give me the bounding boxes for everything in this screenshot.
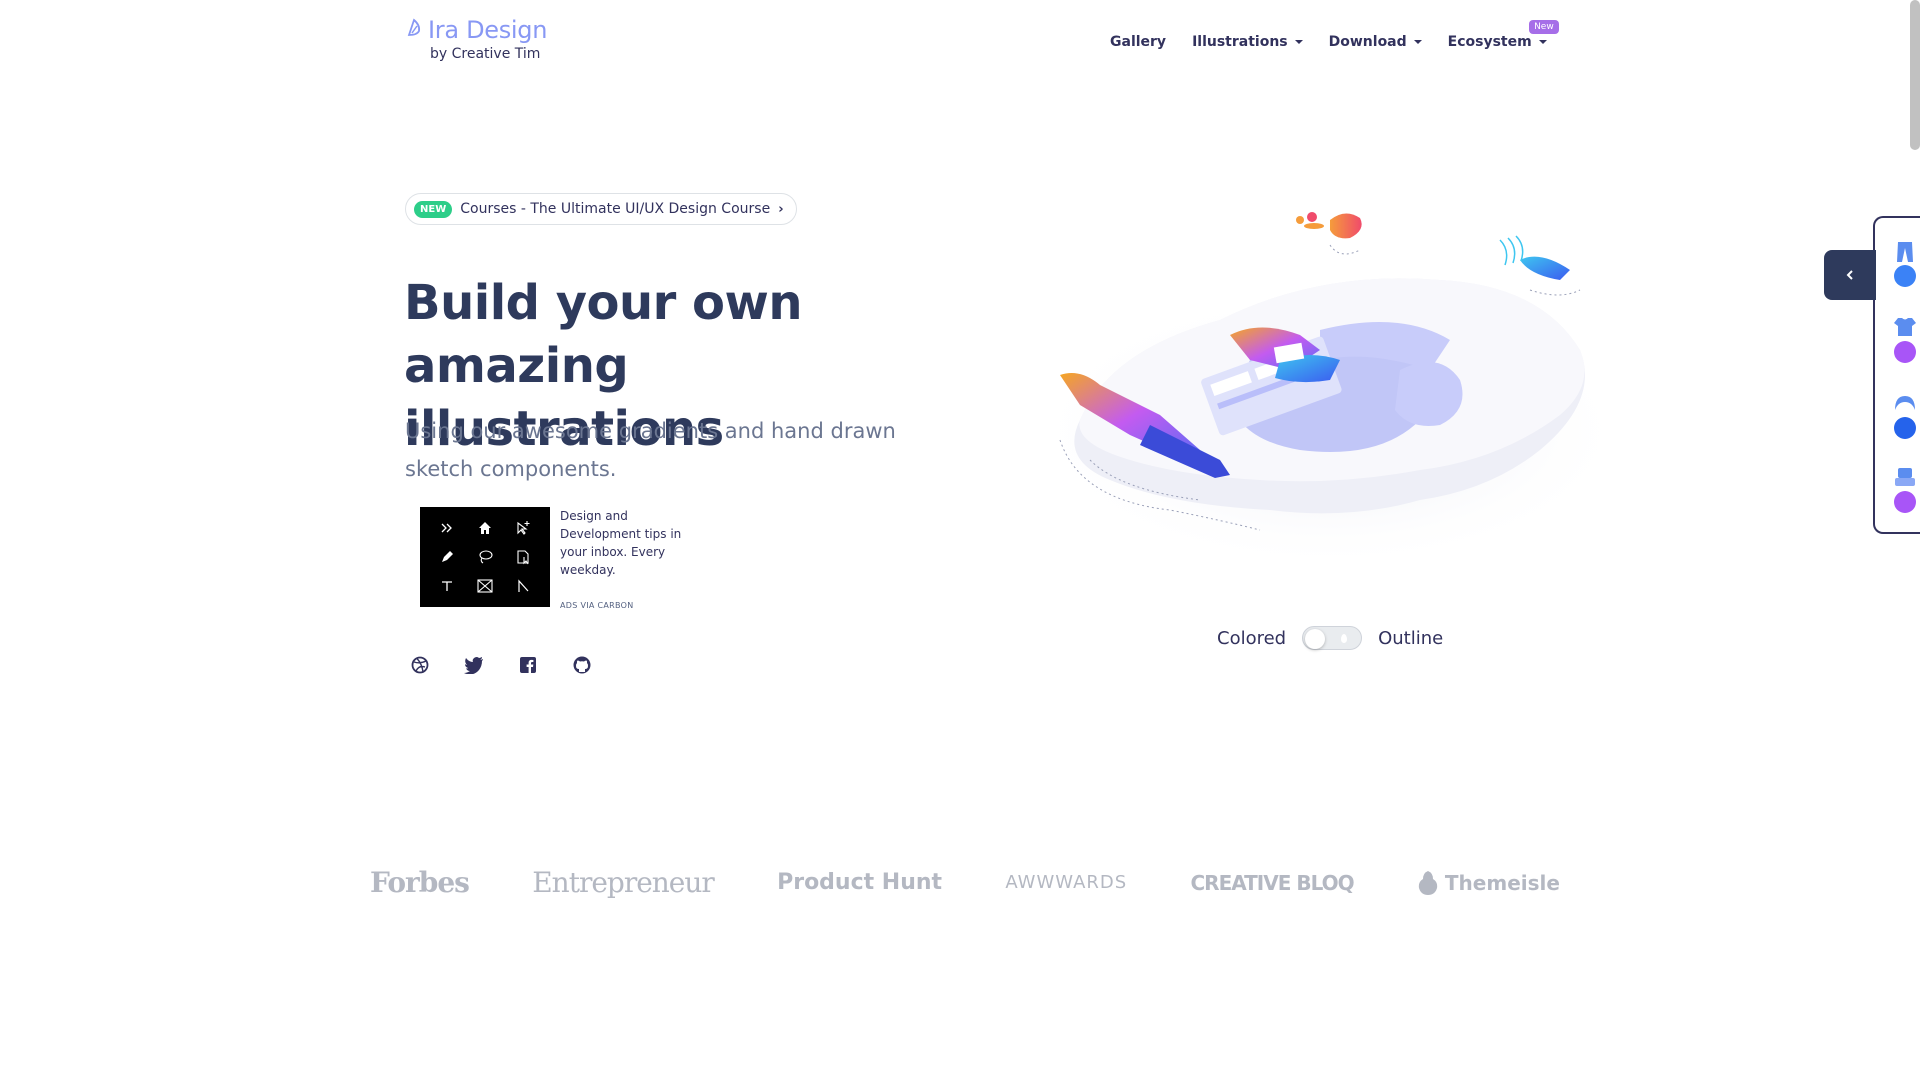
awwwards-logo: AWWWARDS xyxy=(1005,872,1128,893)
page-scrollbar[interactable] xyxy=(1910,0,1920,150)
nav-illustrations-label: Illustrations xyxy=(1192,34,1288,50)
document-cursor-icon xyxy=(504,542,542,571)
entrepreneur-logo: Entrepreneur xyxy=(532,866,715,899)
nav-illustrations[interactable]: Illustrations xyxy=(1192,34,1303,50)
text-icon xyxy=(428,572,466,601)
style-toggle-row: Colored Outline xyxy=(1217,626,1443,650)
social-links xyxy=(410,655,592,675)
ad-image[interactable] xyxy=(420,507,550,607)
announcement-text: Courses - The Ultimate UI/UX Design Cour… xyxy=(460,201,771,217)
chevron-left-icon xyxy=(1846,270,1853,280)
side-item-shirt[interactable] xyxy=(1892,316,1918,368)
facebook-icon[interactable] xyxy=(518,655,538,675)
drop-icon xyxy=(1341,634,1348,643)
toggle-outline-label: Outline xyxy=(1378,627,1444,649)
nav-gallery[interactable]: Gallery xyxy=(1110,34,1166,50)
themeisle-icon xyxy=(1418,870,1438,895)
pen-icon xyxy=(428,542,466,571)
main-nav: Gallery Illustrations Download Ecosystem… xyxy=(1110,20,1573,50)
side-panel-toggle-button[interactable] xyxy=(1824,250,1876,300)
double-chevron-icon xyxy=(428,513,466,542)
dribbble-icon[interactable] xyxy=(410,655,430,675)
caret-down-icon xyxy=(1538,40,1547,44)
new-badge: New xyxy=(1529,20,1559,34)
brand-title: Ira Design xyxy=(428,16,548,44)
slice-icon xyxy=(504,572,542,601)
creative-bloq-logo: CREATIVE BLOQ xyxy=(1190,870,1354,895)
nav-ecosystem[interactable]: Ecosystem New xyxy=(1447,20,1559,50)
ad-via-label[interactable]: ADS VIA CARBON xyxy=(560,601,710,610)
brand[interactable]: Ira Design by Creative Tim xyxy=(406,16,547,62)
carbon-ad[interactable]: Design and Development tips in your inbo… xyxy=(420,507,710,610)
switch-knob xyxy=(1305,629,1326,649)
home-icon xyxy=(466,513,504,542)
themeisle-logo: Themeisle xyxy=(1417,870,1560,896)
toggle-colored-label: Colored xyxy=(1217,627,1287,649)
nav-ecosystem-label: Ecosystem xyxy=(1447,34,1532,50)
chair-icon xyxy=(1894,468,1916,513)
forbes-logo: Forbes xyxy=(370,866,470,899)
twitter-icon[interactable] xyxy=(464,655,484,675)
hair-icon xyxy=(1894,396,1916,439)
side-item-hair[interactable] xyxy=(1892,392,1918,444)
new-badge: NEW xyxy=(414,200,453,218)
press-logos: Forbes Entrepreneur Product Hunt AWWWARD… xyxy=(370,866,1560,899)
nav-download-label: Download xyxy=(1328,34,1407,50)
product-hunt-logo: Product Hunt xyxy=(777,870,943,895)
github-icon[interactable] xyxy=(572,655,592,675)
caret-down-icon xyxy=(1294,40,1303,44)
nav-download[interactable]: Download xyxy=(1329,34,1422,50)
caret-down-icon xyxy=(1413,40,1422,44)
side-item-chair[interactable] xyxy=(1892,466,1918,518)
ad-copy: Design and Development tips in your inbo… xyxy=(560,507,710,610)
image-frame-icon xyxy=(466,572,504,601)
cursor-plus-icon xyxy=(504,513,542,542)
lasso-icon xyxy=(466,542,504,571)
hero-illustration xyxy=(1020,200,1640,580)
brand-subtitle: by Creative Tim xyxy=(430,46,541,62)
brand-logo-icon xyxy=(406,17,424,44)
ad-text[interactable]: Design and Development tips in your inbo… xyxy=(560,507,710,579)
hero-lead: Using our awesome gradients and hand dra… xyxy=(405,419,896,481)
chevron-right-icon: › xyxy=(778,201,784,217)
nav-gallery-label: Gallery xyxy=(1110,34,1167,50)
themeisle-label: Themeisle xyxy=(1444,870,1560,895)
shirt-icon xyxy=(1894,318,1916,363)
courses-announcement-link[interactable]: NEW Courses - The Ultimate UI/UX Design … xyxy=(405,193,797,225)
side-item-pants[interactable] xyxy=(1892,240,1918,292)
colored-outline-switch[interactable] xyxy=(1302,626,1363,650)
pants-icon xyxy=(1894,242,1916,287)
